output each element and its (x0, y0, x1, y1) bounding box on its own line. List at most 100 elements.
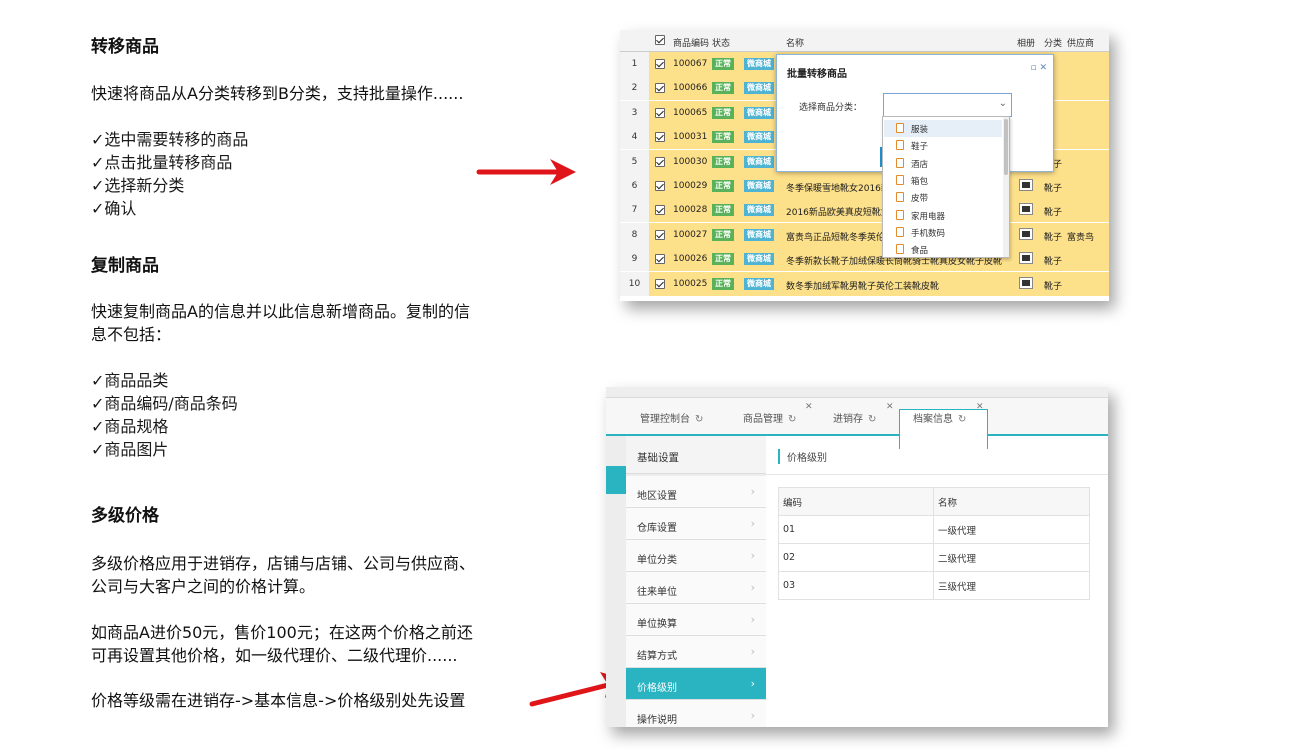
file-icon (896, 123, 904, 133)
row-checkbox[interactable] (655, 254, 665, 265)
dropdown-option[interactable]: 家用电器 (884, 207, 1002, 224)
table-row[interactable]: 01 一级代理 (778, 515, 1090, 544)
tab-console[interactable]: 管理控制台 ↻ (640, 410, 703, 425)
sidebar-item[interactable]: 仓库设置 › (626, 508, 766, 540)
product-name[interactable]: 数冬季加绒军靴男靴子英伦工装靴皮靴 (786, 279, 939, 292)
product-name[interactable]: 冬季保暖雪地靴女2016新 (786, 181, 890, 194)
table-row[interactable]: 10 100025 正常 微商城 数冬季加绒军靴男靴子英伦工装靴皮靴 靴子 (620, 271, 1109, 296)
category-dropdown: 服装 鞋子 酒店 箱包 皮带 家用电器 手机数码食品 (882, 116, 1010, 258)
copy-title: 复制商品 (91, 256, 159, 276)
category-select-label: 选择商品分类： (799, 103, 863, 113)
archive-info-screenshot: 管理控制台 ↻ 商品管理 ↻ ✕ 进销存 ↻ ✕ 档案信息 ↻ ✕ 基础设置 地区设置 ›… (606, 387, 1108, 727)
sidebar-item[interactable]: 地区设置 › (626, 476, 766, 508)
dropdown-option[interactable]: 皮带 (884, 189, 1002, 206)
close-icon[interactable]: ✕ (805, 402, 813, 412)
dropdown-option[interactable]: 箱包 (884, 172, 1002, 189)
dropdown-option[interactable]: 鞋子 (884, 137, 1002, 154)
file-icon (896, 174, 904, 185)
col-supplier: 供应商 (1067, 39, 1095, 49)
divider (766, 474, 1108, 475)
image-icon[interactable] (1019, 179, 1033, 191)
dropdown-option[interactable]: 食品 (884, 241, 1002, 257)
product-name[interactable]: 富贵鸟正品短靴冬季英伦 (786, 230, 885, 243)
row-checkbox[interactable] (655, 229, 665, 240)
row-number: 5 (620, 149, 650, 174)
row-number: 8 (620, 222, 650, 247)
select-all-checkbox[interactable] (655, 35, 665, 45)
copy-desc-line1: 快速复制商品A的信息并以此信息新增商品。复制的信 (91, 302, 470, 321)
category-select[interactable]: ⌄ (883, 93, 1012, 117)
refresh-icon[interactable]: ↻ (868, 414, 876, 425)
sidebar-item[interactable]: 结算方式 › (626, 636, 766, 668)
status-badge: 正常 (712, 58, 734, 70)
tab-label: 进销存 (833, 414, 863, 425)
table-row[interactable]: 9 100026 正常 微商城 冬季新款长靴子加绒保暖长筒靴骑士靴真皮女靴子皮靴 靴子 (620, 247, 1109, 272)
cell-code: 02 (778, 543, 934, 572)
sidebar-item[interactable]: 操作说明 › (626, 700, 766, 727)
refresh-icon[interactable]: ↻ (788, 414, 796, 425)
sidebar-item[interactable]: 往来单位 › (626, 572, 766, 604)
status-badge: 正常 (712, 253, 734, 266)
channel-badge: 微商城 (744, 228, 774, 241)
row-number: 2 (620, 76, 650, 101)
status-badge: 正常 (712, 228, 734, 241)
sidebar-item-label: 结算方式 (637, 651, 677, 662)
table-row[interactable]: 02 二级代理 (778, 543, 1090, 572)
dropdown-option[interactable]: 手机数码 (884, 224, 1002, 241)
status-badge: 正常 (712, 131, 734, 144)
dropdown-option-label: 食品 (911, 246, 929, 257)
top-bar (606, 387, 1108, 398)
row-checkbox[interactable] (655, 181, 665, 191)
row-checkbox[interactable] (655, 83, 665, 94)
dropdown-option[interactable]: 服装 (884, 120, 1002, 137)
row-checkbox[interactable] (655, 132, 665, 143)
close-icon[interactable]: ✕ (976, 402, 984, 412)
dialog-window-controls[interactable]: ▫ ✕ (1030, 63, 1047, 73)
channel-badge: 微商城 (744, 180, 774, 192)
sidebar-item-label: 往来单位 (637, 587, 677, 598)
channel-badge: 微商城 (744, 106, 774, 119)
tab-archive-info[interactable]: 档案信息 ↻ (913, 410, 966, 425)
product-name[interactable]: 2016新品欧美真皮短靴女 (786, 205, 890, 218)
sidebar-item[interactable]: 单位分类 › (626, 540, 766, 572)
sidebar-item-label: 地区设置 (637, 491, 677, 502)
dropdown-scrollbar[interactable] (1003, 117, 1009, 257)
product-code: 100067 (673, 59, 708, 69)
product-category: 靴子 (1044, 281, 1063, 292)
image-icon[interactable] (1019, 276, 1033, 289)
file-icon (896, 244, 904, 255)
sidebar-item-label: 单位换算 (637, 619, 677, 630)
chevron-right-icon: › (750, 677, 755, 690)
col-album: 相册 (1017, 39, 1036, 49)
product-code: 100026 (673, 254, 708, 265)
image-icon[interactable] (1019, 227, 1033, 240)
multiprice-p1-line2: 公司与大客户之间的价格计算。 (91, 577, 316, 596)
sidebar-item[interactable]: 单位换算 › (626, 604, 766, 636)
close-icon[interactable]: ✕ (886, 402, 894, 412)
table-row[interactable]: 8 100027 正常 微商城 富贵鸟正品短靴冬季英伦 靴子 富贵鸟 (620, 222, 1109, 247)
table-row[interactable]: 6 100029 正常 微商城 冬季保暖雪地靴女2016新 靴子 (620, 174, 1109, 198)
product-code: 100031 (673, 132, 708, 143)
tab-inventory[interactable]: 进销存 ↻ (833, 410, 876, 425)
status-badge: 正常 (712, 204, 734, 217)
sidebar-item[interactable]: 价格级别 › (626, 668, 766, 700)
sidebar-item-label: 仓库设置 (637, 523, 677, 534)
refresh-icon[interactable]: ↻ (958, 414, 966, 425)
multiprice-p1-line1: 多级价格应用于进销存，店铺与店铺、公司与供应商、 (91, 554, 476, 573)
cell-name: 一级代理 (933, 515, 1090, 544)
table-row[interactable]: 03 三级代理 (778, 571, 1090, 600)
row-checkbox[interactable] (655, 156, 665, 167)
table-row[interactable]: 7 100028 正常 微商城 2016新品欧美真皮短靴女 靴子 (620, 198, 1109, 223)
image-icon[interactable] (1019, 252, 1033, 265)
cell-code: 03 (778, 571, 934, 600)
channel-badge: 微商城 (744, 155, 774, 168)
refresh-icon[interactable]: ↻ (695, 414, 703, 425)
dropdown-option[interactable]: 酒店 (884, 155, 1002, 172)
tab-product-management[interactable]: 商品管理 ↻ (743, 410, 796, 425)
dialog-title: 批量转移商品 (787, 69, 847, 80)
image-icon[interactable] (1019, 203, 1033, 216)
row-checkbox[interactable] (655, 59, 665, 69)
row-checkbox[interactable] (655, 205, 665, 216)
row-checkbox[interactable] (655, 107, 665, 118)
row-checkbox[interactable] (655, 278, 665, 289)
